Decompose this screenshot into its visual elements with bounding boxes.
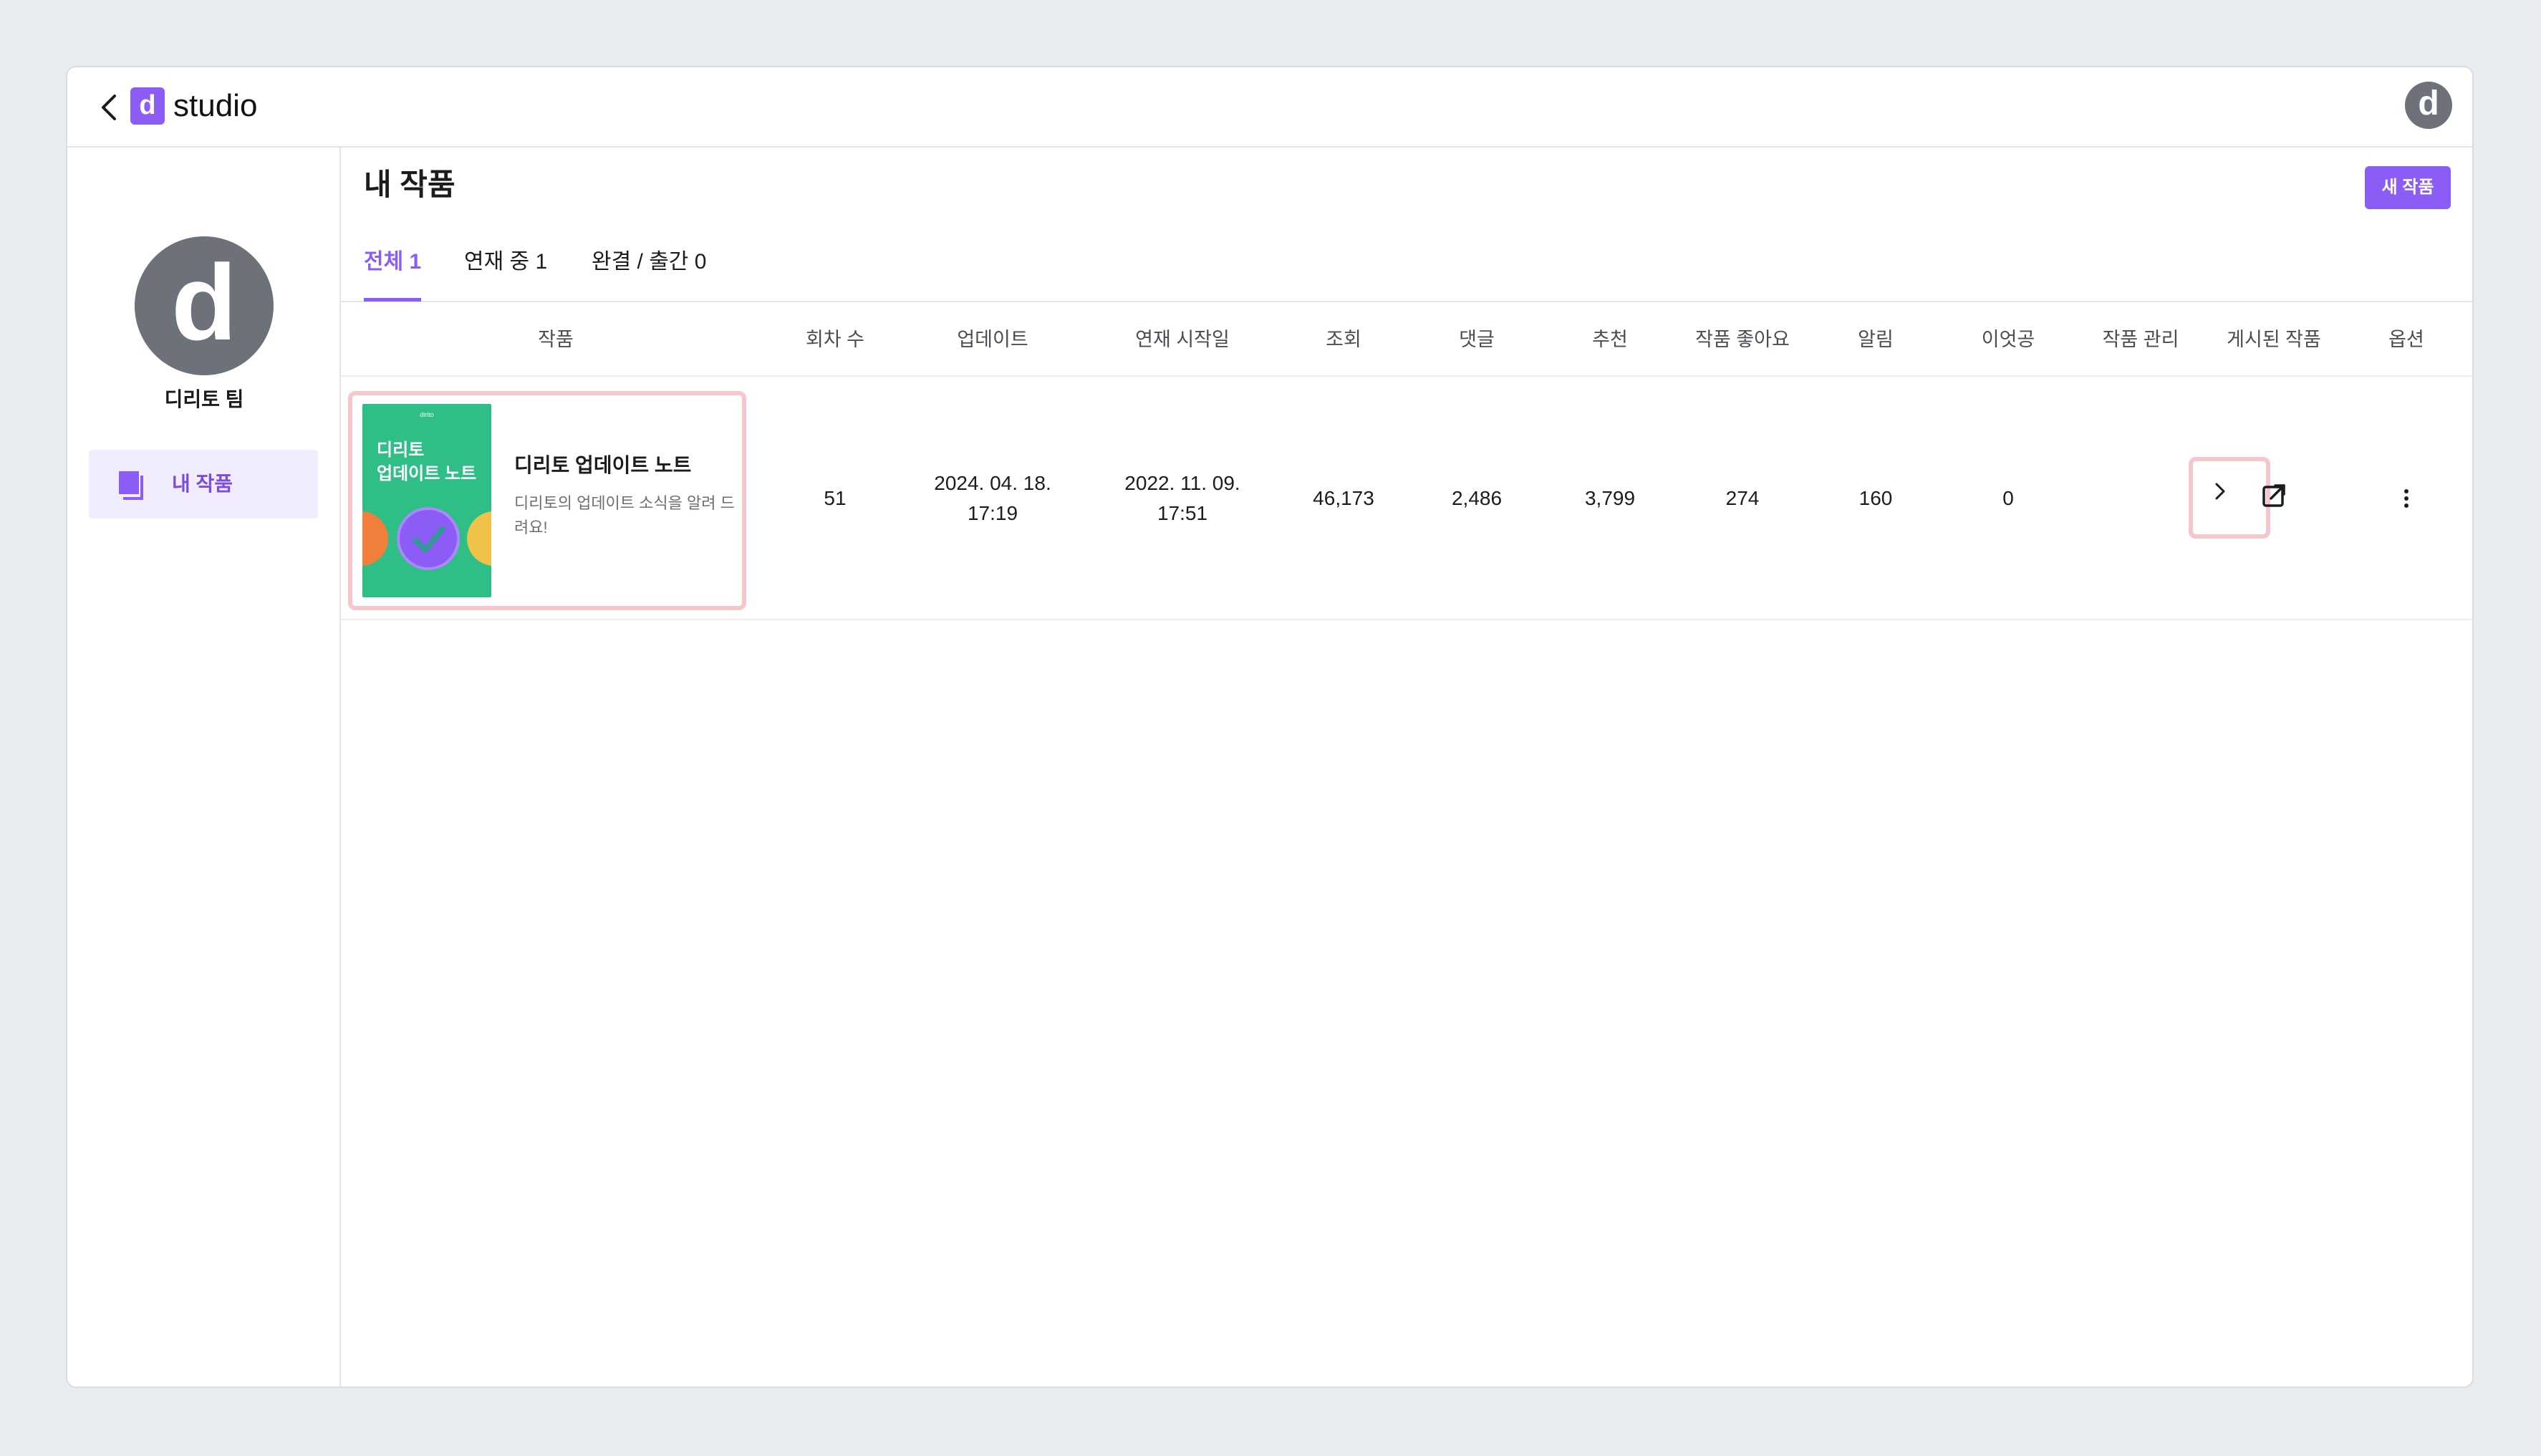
manage-work-button[interactable] (2189, 457, 2270, 539)
cover-check-circle (397, 507, 460, 570)
cover-circle-orange (362, 511, 388, 566)
ieotgong-count: 0 (2002, 487, 2014, 509)
check-icon (413, 526, 445, 553)
work-cover[interactable]: dirito 디리토 업데이트 노트 (362, 404, 491, 597)
column-header-work: 작품 (538, 329, 574, 350)
studio-window: d studio d d 디리토 팀 내 작품 내 작품 새 작품 전체 1 연… (66, 66, 2474, 1388)
comments-count: 2,486 (1451, 487, 1503, 509)
table-header: 작품 회차 수 업데이트 연재 시작일 조회 댓글 추천 작품 좋아요 알림 이… (341, 302, 2472, 377)
new-work-button[interactable]: 새 작품 (2365, 166, 2451, 209)
tab-ongoing[interactable]: 연재 중 1 (464, 248, 547, 276)
tab-completed[interactable]: 완결 / 출간 0 (592, 248, 706, 276)
column-header-episodes: 회차 수 (805, 329, 865, 350)
started-cell: 2022. 11. 09. 17:51 (1124, 377, 1240, 620)
column-header-manage: 작품 관리 (2102, 329, 2179, 350)
sidebar-item-my-works[interactable]: 내 작품 (89, 450, 318, 519)
team-name: 디리토 팀 (164, 388, 244, 410)
updated-cell: 2024. 04. 18. 17:19 (934, 377, 1051, 620)
external-link-icon[interactable] (2261, 483, 2287, 508)
column-header-ieotgong: 이엇공 (1981, 329, 2035, 350)
options-cell (2402, 377, 2411, 620)
team-avatar: d (135, 236, 274, 375)
cover-brand: dirito (420, 411, 434, 418)
column-header-updated: 업데이트 (957, 329, 1028, 350)
tab-active-indicator (364, 298, 421, 302)
column-header-started: 연재 시작일 (1135, 329, 1230, 350)
notifications-count: 160 (1858, 487, 1893, 509)
main-content: 내 작품 새 작품 전체 1 연재 중 1 완결 / 출간 0 작품 회차 수 … (341, 148, 2472, 1387)
column-header-likes: 작품 좋아요 (1695, 329, 1790, 350)
published-work-cell (2261, 377, 2287, 620)
chevron-right-icon (2215, 483, 2225, 500)
app-name[interactable]: studio (173, 86, 257, 126)
recommends-count: 3,799 (1584, 487, 1636, 509)
tab-all[interactable]: 전체 1 (364, 248, 421, 276)
cover-title-line1: 디리토 (377, 440, 425, 460)
top-bar: d studio d (67, 67, 2472, 148)
started-time: 17:51 (1157, 502, 1208, 524)
work-title[interactable]: 디리토 업데이트 노트 (514, 453, 691, 478)
back-arrow-icon[interactable] (96, 92, 125, 123)
sidebar: d 디리토 팀 내 작품 (67, 148, 341, 1387)
document-stack-icon (119, 471, 143, 500)
page-title: 내 작품 (364, 168, 455, 201)
work-cell[interactable]: dirito 디리토 업데이트 노트 디리토 업데이트 노트 디리토의 업데이트… (348, 391, 746, 610)
work-description: 디리토의 업데이트 소식을 알려 드려요! (514, 494, 735, 536)
column-header-published: 게시된 작품 (2227, 329, 2321, 350)
views-count: 46,173 (1313, 487, 1374, 509)
table-row[interactable]: dirito 디리토 업데이트 노트 디리토 업데이트 노트 디리토의 업데이트… (341, 377, 2472, 620)
column-header-views: 조회 (1326, 329, 1361, 350)
column-header-notifications: 알림 (1858, 329, 1894, 350)
column-header-comments: 댓글 (1459, 329, 1495, 350)
started-date: 2022. 11. 09. (1124, 472, 1240, 494)
more-vertical-icon[interactable] (2402, 486, 2411, 511)
likes-count: 274 (1725, 487, 1760, 509)
updated-time: 17:19 (967, 502, 1018, 524)
user-avatar[interactable]: d (2405, 82, 2452, 129)
cover-title-line2: 업데이트 노트 (377, 464, 477, 483)
sidebar-item-label: 내 작품 (172, 473, 233, 495)
episodes-count: 51 (824, 487, 847, 509)
column-header-options: 옵션 (2388, 329, 2424, 350)
logo-icon[interactable]: d (130, 87, 165, 125)
cover-title: 디리토 업데이트 노트 (377, 438, 476, 486)
cover-circle-yellow (467, 511, 491, 566)
updated-date: 2024. 04. 18. (934, 472, 1051, 494)
column-header-recommends: 추천 (1592, 329, 1628, 350)
